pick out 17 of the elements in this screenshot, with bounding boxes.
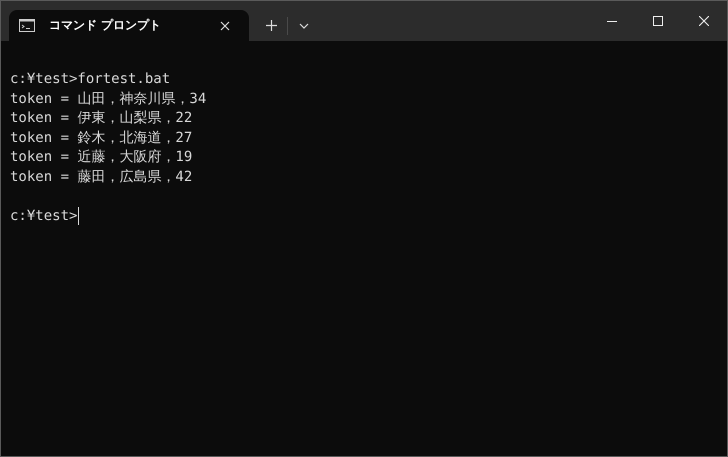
output-line: token = 山田，神奈川県，34: [10, 90, 208, 108]
text-cursor: [78, 207, 80, 226]
close-icon: [220, 20, 230, 30]
output-line: token = 藤田，広島県，42: [10, 168, 194, 186]
chevron-down-icon: [299, 22, 309, 28]
output-line: token = 近藤，大阪府，19: [10, 148, 194, 167]
maximize-icon: [653, 16, 663, 26]
output-line: token = 伊東，山梨県，22: [10, 109, 194, 128]
output-line: token = 鈴木，北海道，27: [10, 128, 194, 148]
close-icon: [699, 16, 709, 26]
minimize-icon: [607, 20, 617, 22]
command-prompt: c:¥test>: [10, 206, 78, 226]
console-icon: [19, 19, 35, 32]
terminal-tab[interactable]: コマンド プロンプト: [9, 10, 249, 41]
plus-icon: [266, 20, 276, 31]
tab-title: コマンド プロンプト: [49, 17, 162, 34]
output-line: c:¥test>fortest.bat: [10, 70, 172, 89]
